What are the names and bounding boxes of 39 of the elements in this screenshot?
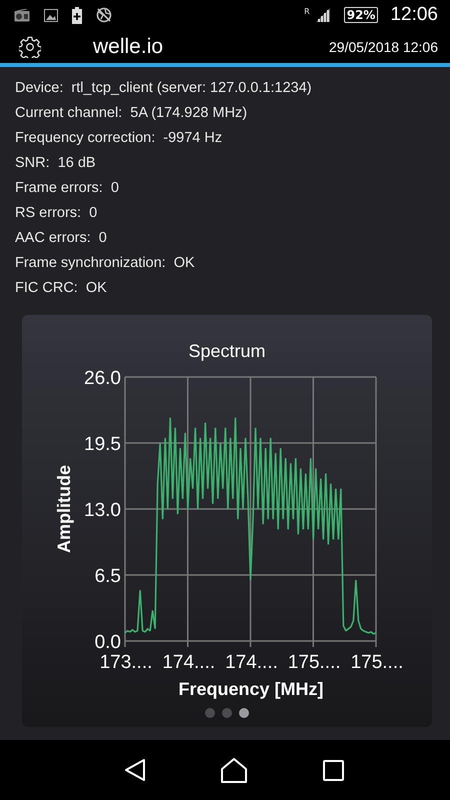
x-tick-label: 175.... [350, 652, 404, 673]
date-time: 29/05/2018 12:06 [329, 38, 438, 54]
y-tick-label: 0.0 [94, 632, 121, 653]
app-title: welle.io [93, 34, 164, 58]
battery-indicator: 92% [344, 7, 378, 23]
y-tick-label: 6.5 [94, 566, 121, 587]
recents-icon[interactable] [323, 760, 344, 780]
y-tick-label: 13.0 [84, 500, 121, 521]
home-icon[interactable] [221, 758, 248, 782]
x-tick-label: 173.... [100, 652, 152, 673]
page-dot[interactable] [222, 708, 232, 718]
info-line: Frame synchronization: OK [15, 254, 196, 273]
info-line: Frequency correction: -9974 Hz [15, 129, 224, 148]
roaming-indicator: R [304, 7, 310, 16]
back-icon[interactable] [124, 758, 146, 782]
settings-icon[interactable] [19, 36, 41, 58]
x-tick-label: 174.... [225, 652, 278, 673]
chart-title: Spectrum [188, 341, 266, 362]
y-axis-label: Amplitude [54, 465, 74, 553]
info-line: Device: rtl_tcp_client (server: 127.0.0.1:1234) [15, 79, 313, 98]
y-tick-label: 19.5 [84, 434, 121, 455]
page-dot[interactable] [205, 708, 215, 718]
radio-icon [14, 8, 30, 22]
battery-plus-icon [72, 6, 82, 24]
info-line: FIC CRC: OK [15, 279, 108, 298]
info-line: RS errors: 0 [15, 204, 98, 223]
globe-off-icon [96, 7, 112, 23]
x-axis-label: Frequency [MHz] [178, 679, 324, 699]
image-icon [44, 8, 58, 22]
clock: 12:06 [390, 4, 438, 26]
page-dot[interactable] [239, 708, 249, 718]
signal-icon [316, 8, 330, 22]
info-line: SNR: 16 dB [15, 154, 97, 173]
x-tick-label: 174.... [162, 652, 216, 673]
x-tick-label: 175.... [288, 652, 341, 673]
info-line: AAC errors: 0 [15, 229, 108, 248]
info-line: Current channel: 5A (174.928 MHz) [15, 104, 248, 123]
y-tick-label: 26.0 [84, 369, 121, 389]
info-line: Frame errors: 0 [15, 179, 120, 198]
